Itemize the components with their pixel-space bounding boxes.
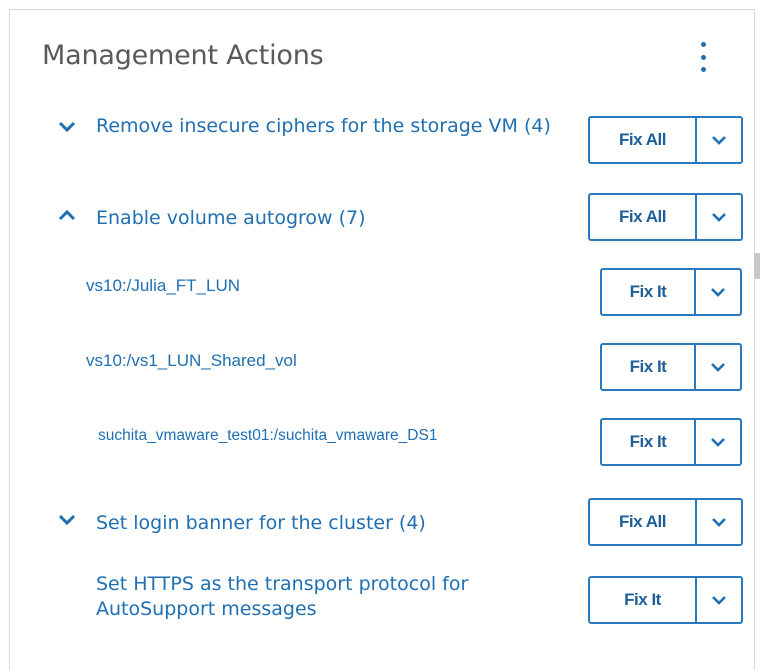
sub-item-label[interactable]: suchita_vmaware_test01:/suchita_vmaware_… xyxy=(98,426,437,446)
fix-it-button[interactable]: Fix It xyxy=(602,345,696,389)
fix-it-button[interactable]: Fix It xyxy=(602,270,696,314)
scrollbar-thumb[interactable] xyxy=(754,253,760,279)
fix-all-split-button: Fix All xyxy=(588,116,743,164)
fix-it-split-button: Fix It xyxy=(588,576,743,624)
chevron-down-icon xyxy=(711,288,725,297)
chevron-down-icon xyxy=(711,438,725,447)
chevron-up-icon[interactable] xyxy=(57,208,77,222)
action-label-set-https-transport[interactable]: Set HTTPS as the transport protocol for … xyxy=(96,572,571,621)
chevron-down-icon[interactable] xyxy=(57,120,77,134)
chevron-down-icon[interactable] xyxy=(57,513,77,527)
fix-it-split-button: Fix It xyxy=(600,418,742,466)
chevron-down-icon xyxy=(711,363,725,372)
fix-all-button[interactable]: Fix All xyxy=(590,500,697,544)
fix-it-button[interactable]: Fix It xyxy=(602,420,696,464)
action-label-enable-volume-autogrow[interactable]: Enable volume autogrow (7) xyxy=(96,206,576,231)
fix-it-split-button: Fix It xyxy=(600,343,742,391)
chevron-down-icon xyxy=(712,596,726,605)
dropdown-toggle[interactable] xyxy=(697,578,741,622)
sub-item-label[interactable]: vs10:/Julia_FT_LUN xyxy=(86,275,240,297)
dropdown-toggle[interactable] xyxy=(696,420,740,464)
chevron-down-icon xyxy=(712,136,726,145)
dropdown-toggle[interactable] xyxy=(697,195,741,239)
chevron-down-icon xyxy=(712,213,726,222)
sub-item-label[interactable]: vs10:/vs1_LUN_Shared_vol xyxy=(86,350,297,372)
fix-all-split-button: Fix All xyxy=(588,498,743,546)
dropdown-toggle[interactable] xyxy=(697,118,741,162)
dropdown-toggle[interactable] xyxy=(696,345,740,389)
fix-it-split-button: Fix It xyxy=(600,268,742,316)
action-label-set-login-banner[interactable]: Set login banner for the cluster (4) xyxy=(96,511,576,536)
panel-title: Management Actions xyxy=(42,40,324,71)
fix-all-button[interactable]: Fix All xyxy=(590,118,697,162)
kebab-menu-icon[interactable] xyxy=(697,42,709,72)
dropdown-toggle[interactable] xyxy=(696,270,740,314)
fix-all-split-button: Fix All xyxy=(588,193,743,241)
dropdown-toggle[interactable] xyxy=(697,500,741,544)
fix-all-button[interactable]: Fix All xyxy=(590,195,697,239)
action-label-remove-insecure-ciphers[interactable]: Remove insecure ciphers for the storage … xyxy=(96,114,576,139)
fix-it-button[interactable]: Fix It xyxy=(590,578,697,622)
chevron-down-icon xyxy=(712,518,726,527)
management-actions-panel xyxy=(9,9,755,670)
